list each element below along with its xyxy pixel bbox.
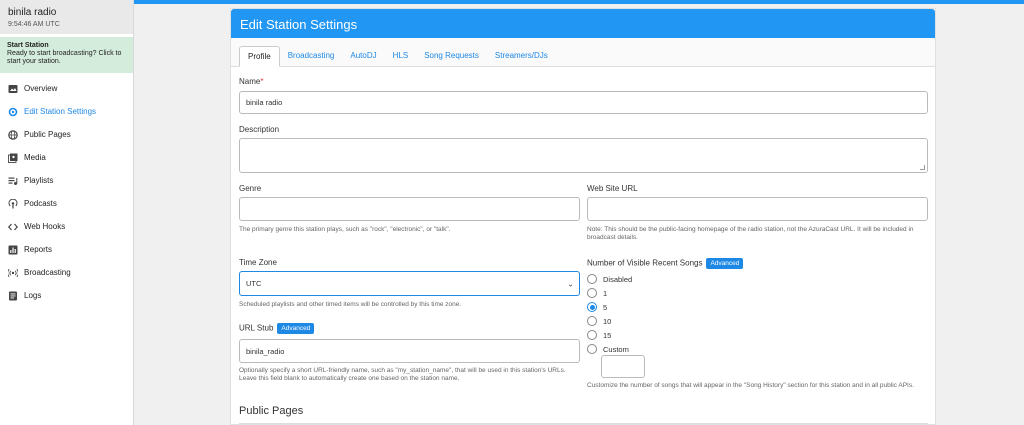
tab-bar: Profile Broadcasting AutoDJ HLS Song Req… (231, 38, 935, 67)
timezone-select[interactable]: UTC ⌄ (239, 271, 580, 296)
custom-count-field[interactable] (601, 355, 645, 378)
description-label: Description (239, 125, 280, 134)
urlstub-value: binila_radio (246, 346, 285, 356)
public-pages-heading: Public Pages (239, 405, 304, 417)
playlist-icon (8, 176, 18, 186)
timezone-label: Time Zone (239, 258, 277, 267)
radio-circle[interactable] (587, 344, 597, 354)
sidebar-item-label: Public Pages (24, 130, 71, 139)
website-field[interactable] (587, 197, 928, 221)
description-field[interactable] (239, 138, 928, 173)
section-divider (239, 423, 928, 424)
sidebar-item-label: Playlists (24, 176, 54, 185)
station-name: binila radio (8, 7, 57, 18)
tab-hls[interactable]: HLS (385, 46, 417, 67)
tab-song-requests[interactable]: Song Requests (416, 46, 487, 67)
podcast-icon (8, 198, 18, 209)
name-value: binila radio (246, 98, 283, 107)
sidebar-item-reports[interactable]: Reports (0, 238, 133, 261)
sidebar: binila radio 9:54:46 AM UTC Start Statio… (0, 0, 134, 425)
broadcast-icon (8, 268, 18, 278)
radio-label: 10 (603, 316, 612, 326)
radio-15[interactable]: 15 (587, 330, 611, 340)
tab-profile[interactable]: Profile (239, 46, 280, 67)
code-icon (8, 222, 18, 232)
station-header: binila radio 9:54:46 AM UTC (0, 0, 133, 34)
radio-circle[interactable] (587, 288, 597, 298)
sidebar-item-label: Web Hooks (24, 222, 66, 231)
radio-5[interactable]: 5 (587, 302, 607, 312)
genre-label: Genre (239, 184, 262, 193)
name-field[interactable]: binila radio (239, 91, 928, 114)
tab-broadcasting[interactable]: Broadcasting (280, 46, 343, 67)
resize-handle-icon[interactable] (920, 165, 925, 170)
radio-1[interactable]: 1 (587, 288, 607, 298)
radio-10[interactable]: 10 (587, 316, 611, 326)
image-icon (8, 84, 18, 94)
station-time: 9:54:46 AM UTC (8, 21, 60, 28)
sidebar-item-label: Overview (24, 84, 58, 93)
start-station-title: Start Station (7, 42, 49, 49)
log-icon (8, 291, 18, 301)
start-station-button[interactable]: Start Station Ready to start broadcastin… (0, 37, 133, 73)
urlstub-label: URL Stub Advanced (239, 323, 315, 334)
website-label: Web Site URL (587, 184, 638, 193)
advanced-badge: Advanced (277, 323, 315, 334)
radio-label: Disabled (603, 274, 633, 284)
sidebar-item-web-hooks[interactable]: Web Hooks (0, 215, 133, 238)
radio-label: 15 (603, 330, 612, 340)
urlstub-label-text: URL Stub (239, 323, 274, 333)
urlstub-field[interactable]: binila_radio (239, 339, 580, 363)
radio-label: Custom (603, 344, 629, 354)
sidebar-item-edit-station-settings[interactable]: Edit Station Settings (0, 100, 133, 123)
card-title: Edit Station Settings (231, 9, 935, 38)
genre-help: The primary genre this station plays, su… (239, 226, 451, 233)
sidebar-item-playlists[interactable]: Playlists (0, 169, 133, 192)
tab-streamers-djs[interactable]: Streamers/DJs (487, 46, 556, 67)
sidebar-item-overview[interactable]: Overview (0, 77, 133, 100)
sidebar-nav: Overview Edit Station Settings Public Pa… (0, 77, 133, 307)
sidebar-item-public-pages[interactable]: Public Pages (0, 123, 133, 146)
timezone-value: UTC (246, 279, 262, 288)
top-accent-bar (0, 0, 1024, 4)
sidebar-item-logs[interactable]: Logs (0, 284, 133, 307)
radio-circle[interactable] (587, 330, 597, 340)
radio-label: 5 (603, 302, 608, 312)
timezone-help: Scheduled playlists and other timed item… (239, 301, 462, 308)
recent-songs-help: Customize the number of songs that will … (587, 382, 914, 389)
sidebar-item-label: Broadcasting (24, 268, 71, 277)
radio-custom[interactable]: Custom (587, 344, 629, 354)
radio-circle-selected[interactable] (587, 302, 597, 312)
settings-icon (8, 107, 18, 117)
chevron-down-icon: ⌄ (567, 279, 574, 288)
required-mark: * (260, 77, 264, 86)
sidebar-item-label: Reports (24, 245, 53, 254)
radio-circle[interactable] (587, 316, 597, 326)
edit-station-card: Edit Station Settings Profile Broadcasti… (230, 8, 936, 425)
genre-field[interactable] (239, 197, 580, 221)
recent-songs-label: Number of Visible Recent Songs Advanced (587, 258, 744, 269)
recent-songs-label-text: Number of Visible Recent Songs (587, 258, 703, 268)
name-label: Name* (239, 77, 263, 86)
sidebar-item-label: Podcasts (24, 199, 57, 208)
advanced-badge: Advanced (706, 258, 744, 269)
tab-autodj[interactable]: AutoDJ (342, 46, 384, 67)
start-station-desc: Ready to start broadcasting? Click to st… (7, 50, 122, 65)
sidebar-item-label: Media (24, 153, 46, 162)
sidebar-item-label: Edit Station Settings (24, 107, 97, 116)
sidebar-item-label: Logs (24, 291, 42, 300)
urlstub-help: Optionally specify a short URL-friendly … (239, 367, 566, 382)
radio-circle[interactable] (587, 274, 597, 284)
globe-icon (8, 129, 18, 140)
media-icon (8, 153, 18, 163)
radio-label: 1 (603, 288, 608, 298)
sidebar-item-broadcasting[interactable]: Broadcasting (0, 261, 133, 284)
chart-icon (8, 245, 18, 255)
sidebar-item-podcasts[interactable]: Podcasts (0, 192, 133, 215)
website-help: Note: This should be the public-facing h… (587, 226, 914, 241)
sidebar-item-media[interactable]: Media (0, 146, 133, 169)
radio-disabled[interactable]: Disabled (587, 274, 632, 284)
name-label-text: Name (239, 77, 261, 86)
